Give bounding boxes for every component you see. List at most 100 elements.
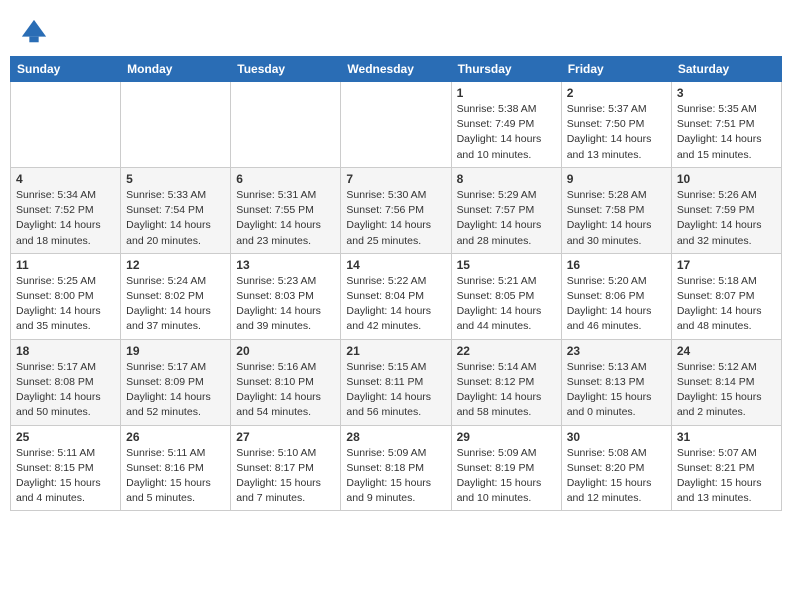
day-info: Sunrise: 5:31 AM Sunset: 7:55 PM Dayligh… [236,188,335,249]
calendar-week-row: 25Sunrise: 5:11 AM Sunset: 8:15 PM Dayli… [11,425,782,511]
day-number: 18 [16,344,115,358]
day-info: Sunrise: 5:29 AM Sunset: 7:57 PM Dayligh… [457,188,556,249]
day-number: 21 [346,344,445,358]
calendar-cell: 15 Sunrise: 5:21 AM Sunset: 8:05 PM Dayli… [451,253,561,339]
calendar-cell: 23 Sunrise: 5:13 AM Sunset: 8:13 PM Dayli… [561,339,671,425]
calendar-cell: 31 Sunrise: 5:07 AM Sunset: 8:21 PM Dayli… [671,425,781,511]
calendar-cell: 25Sunrise: 5:11 AM Sunset: 8:15 PM Dayli… [11,425,121,511]
day-info: Sunrise: 5:37 AM Sunset: 7:50 PM Dayligh… [567,102,666,163]
day-info: Sunrise: 5:35 AM Sunset: 7:51 PM Dayligh… [677,102,776,163]
day-info: Sunrise: 5:17 AM Sunset: 8:08 PM Dayligh… [16,360,115,421]
day-info: Sunrise: 5:11 AM Sunset: 8:16 PM Dayligh… [126,446,225,507]
day-info: Sunrise: 5:07 AM Sunset: 8:21 PM Dayligh… [677,446,776,507]
day-info: Sunrise: 5:38 AM Sunset: 7:49 PM Dayligh… [457,102,556,163]
day-info: Sunrise: 5:09 AM Sunset: 8:18 PM Dayligh… [346,446,445,507]
calendar-cell: 28 Sunrise: 5:09 AM Sunset: 8:18 PM Dayli… [341,425,451,511]
calendar-cell: 11 Sunrise: 5:25 AM Sunset: 8:00 PM Dayli… [11,253,121,339]
calendar-cell: 12 Sunrise: 5:24 AM Sunset: 8:02 PM Dayli… [121,253,231,339]
calendar-cell: 13 Sunrise: 5:23 AM Sunset: 8:03 PM Dayli… [231,253,341,339]
calendar-week-row: 11 Sunrise: 5:25 AM Sunset: 8:00 PM Dayli… [11,253,782,339]
day-info: Sunrise: 5:14 AM Sunset: 8:12 PM Dayligh… [457,360,556,421]
day-number: 29 [457,430,556,444]
calendar-cell: 8 Sunrise: 5:29 AM Sunset: 7:57 PM Daylig… [451,167,561,253]
day-number: 6 [236,172,335,186]
day-info: Sunrise: 5:11 AM Sunset: 8:15 PM Dayligh… [16,446,115,507]
day-info: Sunrise: 5:28 AM Sunset: 7:58 PM Dayligh… [567,188,666,249]
weekday-header: Thursday [451,57,561,82]
day-info: Sunrise: 5:17 AM Sunset: 8:09 PM Dayligh… [126,360,225,421]
calendar-cell [341,82,451,168]
calendar-cell: 4Sunrise: 5:34 AM Sunset: 7:52 PM Daylig… [11,167,121,253]
calendar-cell: 2 Sunrise: 5:37 AM Sunset: 7:50 PM Daylig… [561,82,671,168]
calendar-cell: 3 Sunrise: 5:35 AM Sunset: 7:51 PM Daylig… [671,82,781,168]
day-info: Sunrise: 5:23 AM Sunset: 8:03 PM Dayligh… [236,274,335,335]
calendar-cell: 16Sunrise: 5:20 AM Sunset: 8:06 PM Dayli… [561,253,671,339]
day-number: 13 [236,258,335,272]
day-info: Sunrise: 5:33 AM Sunset: 7:54 PM Dayligh… [126,188,225,249]
day-number: 4 [16,172,115,186]
calendar-cell: 24Sunrise: 5:12 AM Sunset: 8:14 PM Dayli… [671,339,781,425]
calendar-cell: 1 Sunrise: 5:38 AM Sunset: 7:49 PM Daylig… [451,82,561,168]
day-info: Sunrise: 5:09 AM Sunset: 8:19 PM Dayligh… [457,446,556,507]
day-number: 27 [236,430,335,444]
weekday-header: Tuesday [231,57,341,82]
calendar-cell: 9 Sunrise: 5:28 AM Sunset: 7:58 PM Daylig… [561,167,671,253]
calendar-cell: 22 Sunrise: 5:14 AM Sunset: 8:12 PM Dayli… [451,339,561,425]
day-number: 30 [567,430,666,444]
day-info: Sunrise: 5:08 AM Sunset: 8:20 PM Dayligh… [567,446,666,507]
calendar-week-row: 1 Sunrise: 5:38 AM Sunset: 7:49 PM Daylig… [11,82,782,168]
weekday-header: Friday [561,57,671,82]
calendar-cell: 10 Sunrise: 5:26 AM Sunset: 7:59 PM Dayli… [671,167,781,253]
day-info: Sunrise: 5:18 AM Sunset: 8:07 PM Dayligh… [677,274,776,335]
day-number: 22 [457,344,556,358]
calendar-week-row: 4Sunrise: 5:34 AM Sunset: 7:52 PM Daylig… [11,167,782,253]
day-number: 12 [126,258,225,272]
day-info: Sunrise: 5:21 AM Sunset: 8:05 PM Dayligh… [457,274,556,335]
day-number: 10 [677,172,776,186]
day-info: Sunrise: 5:26 AM Sunset: 7:59 PM Dayligh… [677,188,776,249]
page-header [10,10,782,50]
day-number: 9 [567,172,666,186]
day-number: 31 [677,430,776,444]
day-number: 19 [126,344,225,358]
day-info: Sunrise: 5:24 AM Sunset: 8:02 PM Dayligh… [126,274,225,335]
day-number: 7 [346,172,445,186]
calendar-cell: 30 Sunrise: 5:08 AM Sunset: 8:20 PM Dayli… [561,425,671,511]
day-number: 23 [567,344,666,358]
calendar-cell: 7Sunrise: 5:30 AM Sunset: 7:56 PM Daylig… [341,167,451,253]
calendar-cell: 17 Sunrise: 5:18 AM Sunset: 8:07 PM Dayli… [671,253,781,339]
day-info: Sunrise: 5:16 AM Sunset: 8:10 PM Dayligh… [236,360,335,421]
day-number: 15 [457,258,556,272]
day-number: 16 [567,258,666,272]
calendar-cell [121,82,231,168]
calendar-cell: 21 Sunrise: 5:15 AM Sunset: 8:11 PM Dayli… [341,339,451,425]
calendar-cell [231,82,341,168]
calendar-cell: 29 Sunrise: 5:09 AM Sunset: 8:19 PM Dayli… [451,425,561,511]
logo-icon [20,18,48,46]
day-number: 20 [236,344,335,358]
day-number: 1 [457,86,556,100]
day-number: 28 [346,430,445,444]
day-number: 8 [457,172,556,186]
day-number: 2 [567,86,666,100]
day-number: 17 [677,258,776,272]
day-info: Sunrise: 5:13 AM Sunset: 8:13 PM Dayligh… [567,360,666,421]
day-number: 5 [126,172,225,186]
calendar-cell: 20 Sunrise: 5:16 AM Sunset: 8:10 PM Dayli… [231,339,341,425]
day-info: Sunrise: 5:15 AM Sunset: 8:11 PM Dayligh… [346,360,445,421]
day-number: 26 [126,430,225,444]
calendar-cell: 14 Sunrise: 5:22 AM Sunset: 8:04 PM Dayli… [341,253,451,339]
logo [20,18,52,46]
day-number: 11 [16,258,115,272]
day-number: 14 [346,258,445,272]
calendar-cell: 19 Sunrise: 5:17 AM Sunset: 8:09 PM Dayli… [121,339,231,425]
weekday-header: Sunday [11,57,121,82]
day-info: Sunrise: 5:22 AM Sunset: 8:04 PM Dayligh… [346,274,445,335]
day-number: 3 [677,86,776,100]
calendar-cell: 6 Sunrise: 5:31 AM Sunset: 7:55 PM Daylig… [231,167,341,253]
day-info: Sunrise: 5:25 AM Sunset: 8:00 PM Dayligh… [16,274,115,335]
day-number: 24 [677,344,776,358]
calendar-week-row: 18 Sunrise: 5:17 AM Sunset: 8:08 PM Dayli… [11,339,782,425]
weekday-header: Wednesday [341,57,451,82]
calendar-cell: 18 Sunrise: 5:17 AM Sunset: 8:08 PM Dayli… [11,339,121,425]
